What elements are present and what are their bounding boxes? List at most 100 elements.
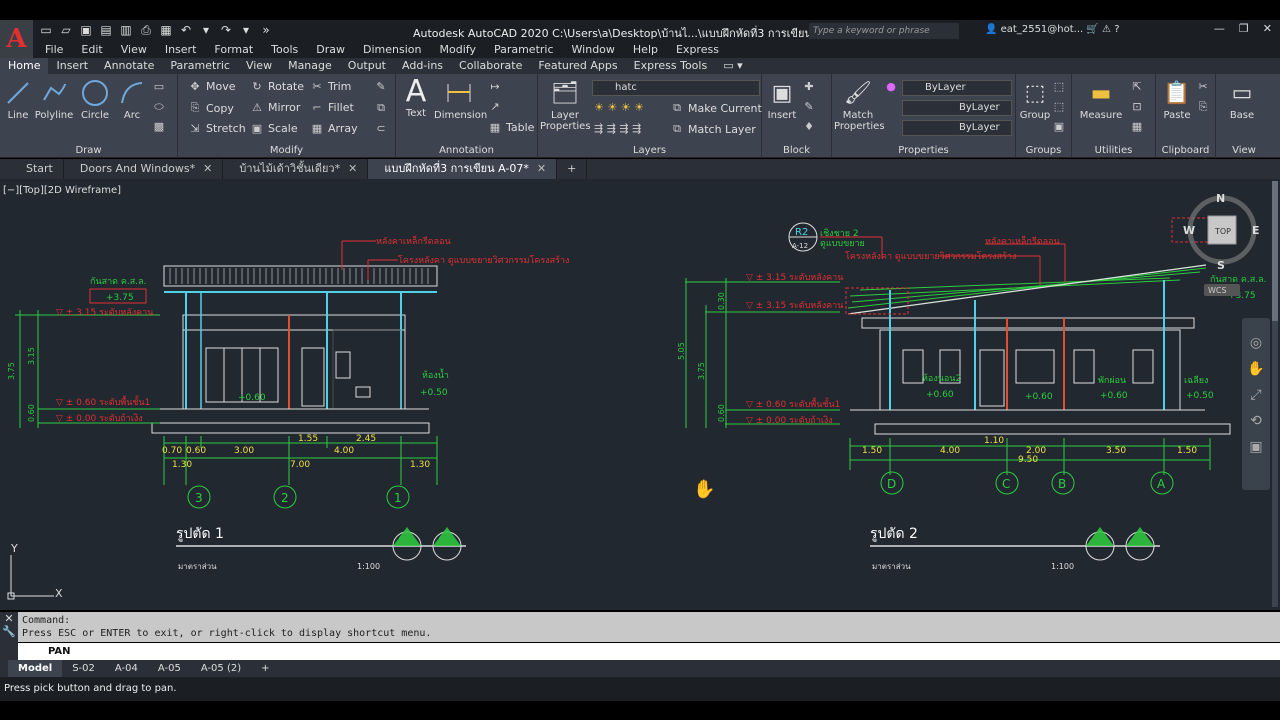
undo-dropdown-icon[interactable]: ▾ bbox=[198, 22, 214, 38]
ribbon-tab-parametric[interactable]: Parametric bbox=[162, 58, 238, 74]
ribbon-tab-view[interactable]: View bbox=[238, 58, 280, 74]
pan-icon[interactable]: ✋ bbox=[1242, 356, 1270, 382]
edit-block-icon[interactable]: ✎ bbox=[802, 100, 816, 113]
menu-view[interactable]: View bbox=[112, 42, 156, 58]
measure-button[interactable]: ▬ Measure bbox=[1076, 78, 1126, 122]
new-doc-tab-button[interactable]: + bbox=[557, 159, 588, 179]
array-button[interactable]: ▦ Array bbox=[310, 122, 358, 135]
table-button[interactable]: ▦ Table bbox=[488, 121, 535, 134]
command-input[interactable]: PAN bbox=[18, 643, 1280, 660]
color-wheel-icon[interactable]: ● bbox=[884, 80, 898, 93]
cart-icon[interactable]: 🛒 bbox=[1083, 24, 1098, 35]
leader-icon[interactable]: ↗ bbox=[488, 100, 502, 113]
doc-tab-1[interactable]: Doors And Windows* ✕ bbox=[64, 159, 224, 179]
circle-tool[interactable]: Circle bbox=[78, 78, 112, 121]
hatch-icon[interactable]: ▩ bbox=[152, 120, 166, 133]
ribbon-options-icon[interactable]: ▭ ▾ bbox=[715, 58, 750, 74]
drawing-canvas[interactable]: หลังคาเหล็กรีดลอน โครงหลังคา ดูแบบขยายวิ… bbox=[0, 179, 1280, 610]
print-icon[interactable]: ▦ bbox=[158, 22, 174, 38]
ribbon-tab-annotate[interactable]: Annotate bbox=[96, 58, 162, 74]
menu-draw[interactable]: Draw bbox=[307, 42, 354, 58]
menu-file[interactable]: File bbox=[33, 42, 72, 58]
mirror-button[interactable]: ⚠ Mirror bbox=[250, 101, 300, 114]
trim-button[interactable]: ✂ Trim bbox=[310, 80, 351, 93]
ribbon-tab-insert[interactable]: Insert bbox=[48, 58, 96, 74]
close-command-icon[interactable]: ✕ bbox=[0, 612, 18, 625]
group-select-icon[interactable]: ▣ bbox=[1052, 120, 1066, 133]
layout-tab-0[interactable]: Model bbox=[8, 660, 63, 677]
layout-tab-3[interactable]: A-05 bbox=[148, 660, 191, 677]
ribbon-tab-output[interactable]: Output bbox=[340, 58, 394, 74]
layer-dropdown[interactable]: hatc bbox=[592, 80, 760, 96]
match-properties-button[interactable]: 🖌 Match Properties bbox=[834, 78, 885, 133]
draw-panel-title[interactable]: Draw bbox=[0, 145, 177, 156]
new-icon[interactable]: ▭ bbox=[38, 22, 54, 38]
fillet-button[interactable]: ⌐ Fillet bbox=[310, 101, 353, 114]
annotation-panel-title[interactable]: Annotation bbox=[396, 145, 537, 156]
plot-preview-icon[interactable]: ▥ bbox=[118, 22, 134, 38]
cut-icon[interactable]: ✂ bbox=[1196, 80, 1210, 93]
layout-tab-2[interactable]: A-04 bbox=[105, 660, 148, 677]
doc-tab-2[interactable]: บ้านไม้เด้าวิชั้นเดียว* ✕ bbox=[223, 159, 369, 179]
menu-dimension[interactable]: Dimension bbox=[354, 42, 430, 58]
properties-panel-title[interactable]: Properties bbox=[832, 145, 1015, 156]
menu-parametric[interactable]: Parametric bbox=[485, 42, 563, 58]
redo-icon[interactable]: ↷ bbox=[218, 22, 234, 38]
base-button[interactable]: ▭ Base bbox=[1222, 78, 1262, 122]
groups-panel-title[interactable]: Groups bbox=[1016, 145, 1071, 156]
help-icon[interactable]: ? bbox=[1111, 24, 1119, 35]
rotate-button[interactable]: ↻ Rotate bbox=[250, 80, 304, 93]
ribbon-tab-express-tools[interactable]: Express Tools bbox=[626, 58, 716, 74]
open-icon[interactable]: ▱ bbox=[58, 22, 74, 38]
arc-tool[interactable]: Arc bbox=[116, 78, 148, 121]
layers-panel-title[interactable]: Layers bbox=[538, 145, 761, 156]
erase-icon[interactable]: ✎ bbox=[374, 80, 388, 93]
doc-tab-close-icon[interactable]: ✕ bbox=[203, 159, 212, 179]
linetype-dropdown[interactable]: ByLayer bbox=[902, 100, 1012, 116]
viewcube-east[interactable]: E bbox=[1252, 224, 1260, 237]
line-tool[interactable]: Line bbox=[2, 78, 34, 121]
layer-properties-button[interactable]: 🗂 Layer Properties bbox=[540, 78, 591, 133]
close-icon[interactable]: ✕ bbox=[1263, 22, 1272, 35]
linear-dim-icon[interactable]: ↦ bbox=[488, 80, 502, 93]
utilities-panel-title[interactable]: Utilities bbox=[1072, 145, 1155, 156]
rectangle-icon[interactable]: ▭ bbox=[152, 80, 166, 93]
viewcube-north[interactable]: N bbox=[1216, 192, 1225, 205]
undo-icon[interactable]: ↶ bbox=[178, 22, 194, 38]
text-tool[interactable]: A Text bbox=[400, 74, 432, 120]
doc-tab-0[interactable]: Start bbox=[0, 159, 64, 179]
make-current-button[interactable]: ⧉ Make Current bbox=[670, 101, 762, 115]
plot-icon[interactable]: ⎙ bbox=[138, 22, 154, 38]
exchange-icon[interactable]: ⚠ bbox=[1099, 24, 1111, 35]
paste-button[interactable]: 📋 Paste bbox=[1160, 78, 1194, 122]
group-edit-icon[interactable]: ⬚ bbox=[1052, 100, 1066, 113]
search-input[interactable]: Type a keyword or phrase bbox=[809, 23, 959, 39]
clipboard-panel-title[interactable]: Clipboard bbox=[1156, 145, 1215, 156]
ribbon-tab-add-ins[interactable]: Add-ins bbox=[394, 58, 451, 74]
quick-select-icon[interactable]: ⇱ bbox=[1130, 80, 1144, 93]
ungroup-icon[interactable]: ⬚ bbox=[1052, 80, 1066, 93]
restore-icon[interactable]: ❐ bbox=[1239, 22, 1249, 35]
block-panel-title[interactable]: Block bbox=[762, 145, 831, 156]
offset-icon[interactable]: ⊂ bbox=[374, 122, 388, 135]
doc-tab-close-icon[interactable]: ✕ bbox=[348, 159, 357, 179]
viewcube-south[interactable]: S bbox=[1217, 259, 1225, 272]
ribbon-tab-manage[interactable]: Manage bbox=[280, 58, 340, 74]
select-all-icon[interactable]: ⊡ bbox=[1130, 100, 1144, 113]
dimension-tool[interactable]: Dimension bbox=[434, 78, 487, 121]
create-block-icon[interactable]: ✚ bbox=[802, 80, 816, 93]
scale-button[interactable]: ▣ Scale bbox=[250, 122, 298, 135]
copy-button[interactable]: ⎘ Copy bbox=[188, 101, 234, 115]
viewcube-west[interactable]: W bbox=[1183, 224, 1195, 237]
insert-button[interactable]: ▣ Insert bbox=[764, 78, 800, 122]
menu-tools[interactable]: Tools bbox=[262, 42, 307, 58]
save-icon[interactable]: ▣ bbox=[78, 22, 94, 38]
ellipse-icon[interactable]: ⬭ bbox=[152, 100, 166, 114]
attribute-icon[interactable]: ♦ bbox=[802, 120, 816, 133]
menu-express[interactable]: Express bbox=[667, 42, 728, 58]
wcs-menu[interactable]: WCS bbox=[1208, 286, 1227, 295]
viewport-controls[interactable]: [−][Top][2D Wireframe] bbox=[3, 185, 121, 196]
doc-tab-3[interactable]: แบบฝึกหัดที่3 การเขียน A-07* ✕ bbox=[368, 159, 558, 179]
match-layer-button[interactable]: ⧉ Match Layer bbox=[670, 122, 756, 136]
calculator-icon[interactable]: ▦ bbox=[1130, 120, 1144, 133]
